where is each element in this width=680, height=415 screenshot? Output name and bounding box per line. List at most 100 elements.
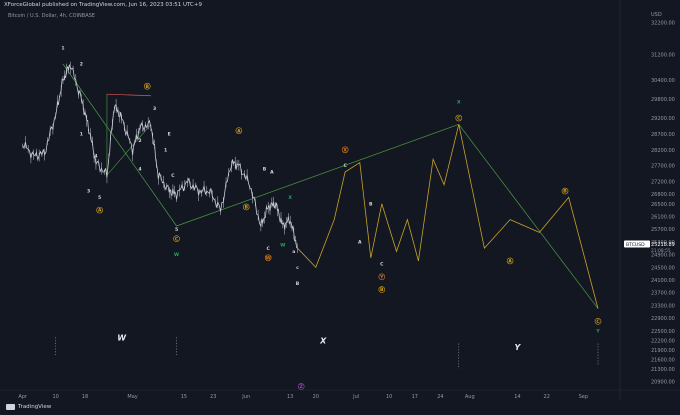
wave-label: 4 — [138, 166, 141, 172]
x-tick-label: 18 — [82, 394, 88, 400]
wave-label: A — [358, 239, 362, 245]
tradingview-logo: TradingView — [6, 404, 51, 410]
y-tick-label: 24500.00 — [651, 265, 675, 271]
wave-label: A — [270, 170, 274, 176]
wave-label: 1 — [80, 131, 83, 137]
x-tick-label: 23 — [210, 394, 216, 400]
wave-label: B — [263, 166, 267, 172]
y-tick-label: 22200.00 — [651, 338, 675, 344]
x-tick-label: Sep — [579, 394, 588, 400]
wave-label: E — [168, 131, 171, 137]
wave-label: c — [296, 266, 299, 271]
x-tick-label: Jul — [352, 394, 359, 400]
x-tick-label: 15 — [181, 394, 187, 400]
wave-label: 3 — [153, 106, 156, 112]
brand-name: TradingView — [18, 404, 52, 410]
wave-label: B — [563, 189, 567, 195]
y-tick-label: 27200.00 — [651, 180, 675, 186]
trendlines — [62, 63, 599, 309]
wave-label: A — [237, 128, 241, 134]
triangle-top-line — [106, 93, 151, 97]
last-price-value: 25218.89 — [651, 242, 675, 248]
y-tick-label: 26500.00 — [651, 202, 675, 208]
wave-label: C — [343, 163, 347, 169]
time-axis: Apr 10 18 May 15 23 Jun 13 20 Jul 10 17 24 Aug 14 22 Sep — [0, 389, 680, 400]
series-layer — [22, 61, 599, 369]
wave-label: B — [380, 287, 384, 293]
x-tick-label: May — [127, 394, 137, 400]
x-tick-label: 14 — [514, 394, 520, 400]
wave-label: W — [266, 255, 271, 261]
y-tick-label: 32200.00 — [651, 21, 675, 27]
wave-label: a — [292, 250, 295, 255]
wave-label: A — [98, 208, 102, 214]
wave-label: 5 — [175, 227, 178, 233]
y-tick-label: 28700.00 — [651, 132, 675, 138]
y-tick-label: 31200.00 — [651, 52, 675, 58]
currency-label: USD — [651, 12, 662, 18]
y-tick-label: 25700.00 — [651, 227, 675, 233]
y-tick-label: 23700.00 — [651, 291, 675, 297]
y-tick-label: 21900.00 — [651, 348, 675, 354]
y-tick-label: 28200.00 — [651, 148, 675, 154]
y-tick-label: 24100.00 — [651, 278, 675, 284]
wave-label: B — [145, 84, 149, 90]
wave-label: 4 — [94, 154, 97, 160]
wave-label: X — [457, 100, 461, 106]
x-tick-label: Aug — [465, 394, 475, 400]
wave-label: A — [508, 259, 512, 265]
x-tick-label: 22 — [544, 394, 550, 400]
y-tick-label: 22500.00 — [651, 329, 675, 335]
wave-label: C — [171, 173, 175, 179]
wave-label: 2 — [80, 62, 83, 68]
tradingview-icon — [6, 404, 15, 410]
wave-label: B — [296, 281, 300, 287]
y-tick-label: 29800.00 — [651, 97, 675, 103]
last-price-countdown: 21:08:55 — [651, 248, 671, 254]
wave-label: W — [280, 243, 285, 249]
wave-label: 5 — [98, 195, 101, 201]
x-tick-label: 10 — [386, 394, 392, 400]
x-tick-label: 10 — [52, 394, 58, 400]
x-tick-label: 17 — [412, 394, 418, 400]
y-tick-label: 21300.00 — [651, 367, 675, 373]
price-axis: USD 32200.00 31200.00 30400.00 29800.00 29200… — [619, 0, 675, 400]
wave-label: 1 — [61, 46, 64, 52]
y-tick-label: 20900.00 — [651, 380, 675, 386]
trendline-lower-channel-2 — [176, 124, 459, 227]
wave-label: 1 — [164, 147, 167, 153]
y-tick-label: 21600.00 — [651, 357, 675, 363]
wave-label: X — [288, 195, 292, 201]
last-price-symbol: BTCUSD — [626, 242, 645, 248]
big-wave-label: W — [117, 333, 127, 342]
x-tick-label: 13 — [287, 394, 293, 400]
wave-label: W — [174, 252, 179, 258]
x-tick-label: 24 — [437, 394, 443, 400]
wave-label: B — [244, 205, 248, 211]
wave-label: 3 — [87, 189, 90, 195]
x-tick-label: Jun — [241, 394, 250, 400]
x-tick-label: Apr — [18, 394, 28, 400]
wave-label: Y — [595, 328, 600, 334]
y-tick-label: 22900.00 — [651, 316, 675, 322]
y-tick-label: 27700.00 — [651, 164, 675, 170]
triangle-lower-line — [106, 94, 152, 176]
y-tick-label: 23300.00 — [651, 303, 675, 309]
y-tick-label: 29200.00 — [651, 116, 675, 122]
x-tick-label: 20 — [313, 394, 319, 400]
y-tick-label: 30400.00 — [651, 78, 675, 84]
trendline-lower-channel — [62, 63, 177, 227]
trendline-upper-channel-down — [458, 124, 599, 309]
wave-label: B — [369, 201, 373, 207]
wave-labels: 121435AB3241EC5CWABABXCWWacBXCBACYBXCABC… — [61, 46, 602, 390]
big-wave-label: X — [319, 337, 327, 346]
wave-label: C — [380, 262, 384, 268]
wave-label: 2 — [138, 138, 141, 144]
wave-label: X — [343, 147, 347, 153]
wave-label: C — [267, 246, 271, 252]
y-tick-label: 26800.00 — [651, 192, 675, 198]
price-chart[interactable]: 121435AB3241EC5CWABABXCWWacBXCBACYBXCABC… — [0, 0, 680, 415]
y-tick-label: 26100.00 — [651, 214, 675, 220]
wave-label: Y — [379, 274, 384, 280]
price-line — [22, 64, 298, 249]
